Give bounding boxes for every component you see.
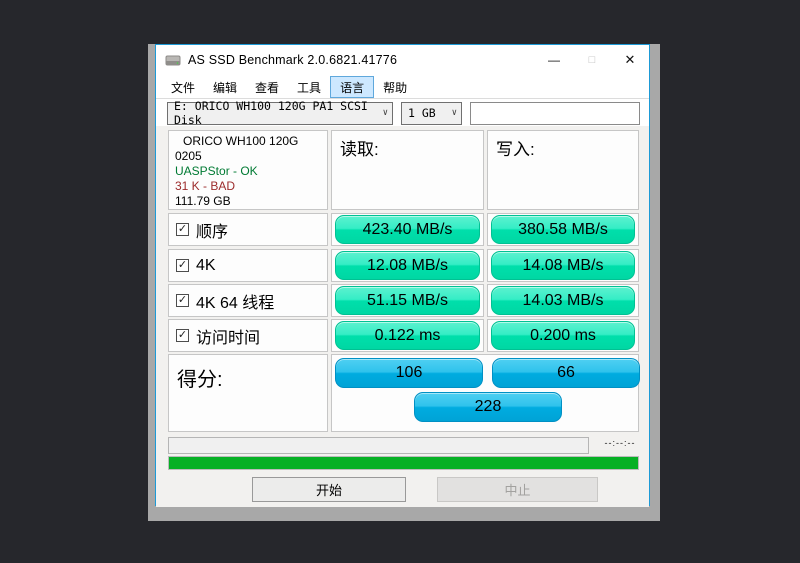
row-access-label: ✓ 访问时间 — [168, 319, 328, 352]
minimize-button[interactable]: — — [535, 45, 573, 75]
menu-help[interactable]: 帮助 — [374, 76, 416, 98]
app-window: AS SSD Benchmark 2.0.6821.41776 — □ ✕ 文件… — [155, 44, 650, 507]
window-backdrop: AS SSD Benchmark 2.0.6821.41776 — □ ✕ 文件… — [148, 44, 660, 521]
progress-bar-fill — [169, 457, 638, 469]
toolbar: E: ORICO WH100 120G PA1 SCSI Disk ∨ 1 GB… — [156, 99, 649, 127]
access-read-cell: 0.122 ms — [331, 319, 484, 352]
read-score-pill: 106 — [335, 358, 483, 388]
4k-write-cell: 14.08 MB/s — [487, 249, 639, 282]
access-write-value: 0.200 ms — [491, 321, 635, 350]
write-score-pill: 66 — [492, 358, 640, 388]
menu-language[interactable]: 语言 — [330, 76, 375, 98]
menu-file[interactable]: 文件 — [162, 76, 204, 98]
window-title: AS SSD Benchmark 2.0.6821.41776 — [188, 53, 398, 67]
title-bar[interactable]: AS SSD Benchmark 2.0.6821.41776 — □ ✕ — [156, 45, 649, 75]
4k64-write-cell: 14.03 MB/s — [487, 284, 639, 317]
4k64-read-value: 51.15 MB/s — [335, 286, 480, 315]
start-button[interactable]: 开始 — [252, 477, 406, 502]
seq-write-cell: 380.58 MB/s — [487, 213, 639, 246]
row-label: 访问时间 — [196, 329, 261, 347]
row-label: 4K 64 线程 — [196, 294, 275, 312]
total-score-pill: 228 — [414, 392, 562, 422]
window-controls: — □ ✕ — [535, 45, 649, 75]
drive-firmware: 0205 — [175, 149, 202, 163]
drive-capacity: 111.79 GB — [175, 194, 231, 208]
abort-button: 中止 — [437, 477, 598, 502]
test-size-value: 1 GB — [408, 106, 436, 120]
benchmark-panel: ORICO WH100 120G 0205 UASPStor - OK 31 K… — [156, 126, 649, 507]
menu-view[interactable]: 查看 — [246, 76, 288, 98]
driver-status: UASPStor - OK — [175, 164, 258, 178]
check-icon: ✓ — [177, 223, 188, 235]
row-4k64-label: ✓ 4K 64 线程 — [168, 284, 328, 317]
4k-read-cell: 12.08 MB/s — [331, 249, 484, 282]
seq-read-value: 423.40 MB/s — [335, 215, 480, 244]
drive-select[interactable]: E: ORICO WH100 120G PA1 SCSI Disk ∨ — [167, 99, 393, 127]
row-label: 顺序 — [196, 223, 229, 241]
menu-bar: 文件 编辑 查看 工具 语言 帮助 — [156, 75, 649, 99]
toolbar-text-input[interactable] — [470, 101, 640, 125]
maximize-button[interactable]: □ — [573, 45, 611, 75]
alignment-status: 31 K - BAD — [175, 179, 236, 193]
4k-write-value: 14.08 MB/s — [491, 251, 635, 280]
access-write-cell: 0.200 ms — [487, 319, 639, 352]
seq-write-value: 380.58 MB/s — [491, 215, 635, 244]
desktop-background: AS SSD Benchmark 2.0.6821.41776 — □ ✕ 文件… — [0, 0, 800, 563]
progress-bar — [168, 456, 639, 470]
seq-read-cell: 423.40 MB/s — [331, 213, 484, 246]
check-icon: ✓ — [177, 259, 188, 271]
checkbox-access-time[interactable]: ✓ — [176, 329, 189, 342]
close-button[interactable]: ✕ — [611, 45, 649, 75]
score-label: 得分: — [168, 354, 328, 432]
row-seq-label: ✓ 顺序 — [168, 213, 328, 246]
test-size-select[interactable]: 1 GB ∨ — [401, 101, 462, 125]
row-label: 4K — [196, 256, 216, 274]
write-column-header: 写入: — [487, 130, 639, 210]
drive-model: ORICO WH100 120G — [183, 134, 299, 148]
4k64-read-cell: 51.15 MB/s — [331, 284, 484, 317]
time-remaining: --:--:-- — [604, 438, 636, 448]
read-column-header: 读取: — [331, 130, 484, 210]
checkbox-4k[interactable]: ✓ — [176, 259, 189, 272]
4k-read-value: 12.08 MB/s — [335, 251, 480, 280]
checkbox-4k64[interactable]: ✓ — [176, 294, 189, 307]
chevron-down-icon: ∨ — [451, 108, 457, 118]
check-icon: ✓ — [177, 294, 188, 306]
drive-icon — [165, 55, 181, 65]
menu-tools[interactable]: 工具 — [288, 76, 330, 98]
access-read-value: 0.122 ms — [335, 321, 480, 350]
check-icon: ✓ — [177, 329, 188, 341]
chevron-down-icon: ∨ — [382, 108, 388, 118]
drive-info-panel: ORICO WH100 120G 0205 UASPStor - OK 31 K… — [168, 130, 328, 210]
menu-edit[interactable]: 编辑 — [204, 76, 246, 98]
row-4k-label: ✓ 4K — [168, 249, 328, 282]
4k64-write-value: 14.03 MB/s — [491, 286, 635, 315]
status-message-bar — [168, 437, 589, 454]
drive-select-value: E: ORICO WH100 120G PA1 SCSI Disk — [174, 99, 368, 127]
checkbox-seq[interactable]: ✓ — [176, 223, 189, 236]
